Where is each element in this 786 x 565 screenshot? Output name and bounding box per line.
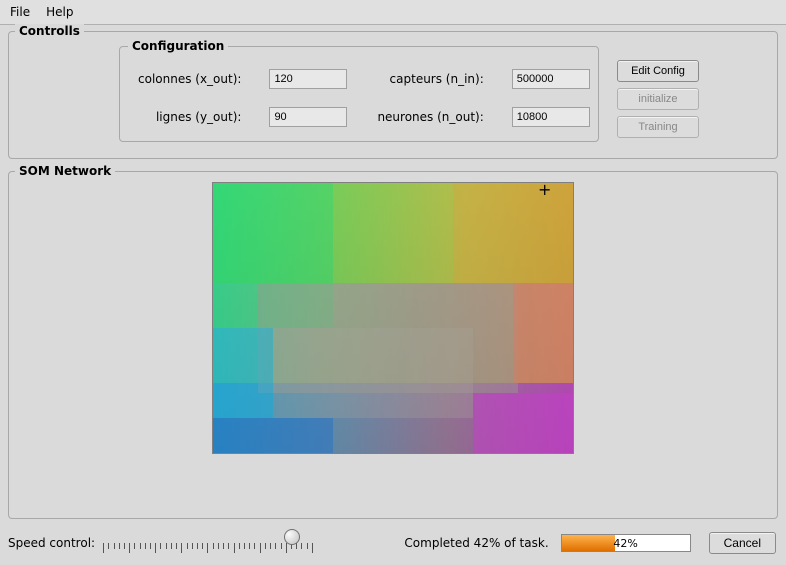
som-visualization [212,182,574,454]
neurones-input[interactable] [512,107,590,127]
controls-title: Controlls [15,24,84,38]
configuration-panel: Configuration colonnes (x_out): capteurs… [119,46,599,142]
configuration-title: Configuration [128,39,228,53]
initialize-button[interactable]: initialize [617,88,699,110]
capteurs-label: capteurs (n_in): [377,72,483,86]
colonnes-label: colonnes (x_out): [138,72,241,86]
speed-slider[interactable] [103,529,313,557]
config-button-column: Edit Config initialize Training [617,60,699,138]
lignes-input[interactable] [269,107,347,127]
som-panel: SOM Network [8,171,778,519]
menubar: File Help [0,0,786,25]
footer-bar: Speed control: Completed 42% of task. 42… [0,523,786,565]
cancel-button[interactable]: Cancel [709,532,776,554]
menu-help[interactable]: Help [42,3,77,21]
training-button[interactable]: Training [617,116,699,138]
capteurs-input[interactable] [512,69,590,89]
progress-label: 42% [562,537,690,550]
menu-file[interactable]: File [6,3,34,21]
progress-text: Completed 42% of task. [404,536,548,550]
neurones-label: neurones (n_out): [377,110,483,124]
edit-config-button[interactable]: Edit Config [617,60,699,82]
lignes-label: lignes (y_out): [138,110,241,124]
colonnes-input[interactable] [269,69,347,89]
speed-control-label: Speed control: [8,536,95,550]
som-title: SOM Network [15,164,115,178]
progress-bar: 42% [561,534,691,552]
controls-panel: Controlls Configuration colonnes (x_out)… [8,31,778,159]
